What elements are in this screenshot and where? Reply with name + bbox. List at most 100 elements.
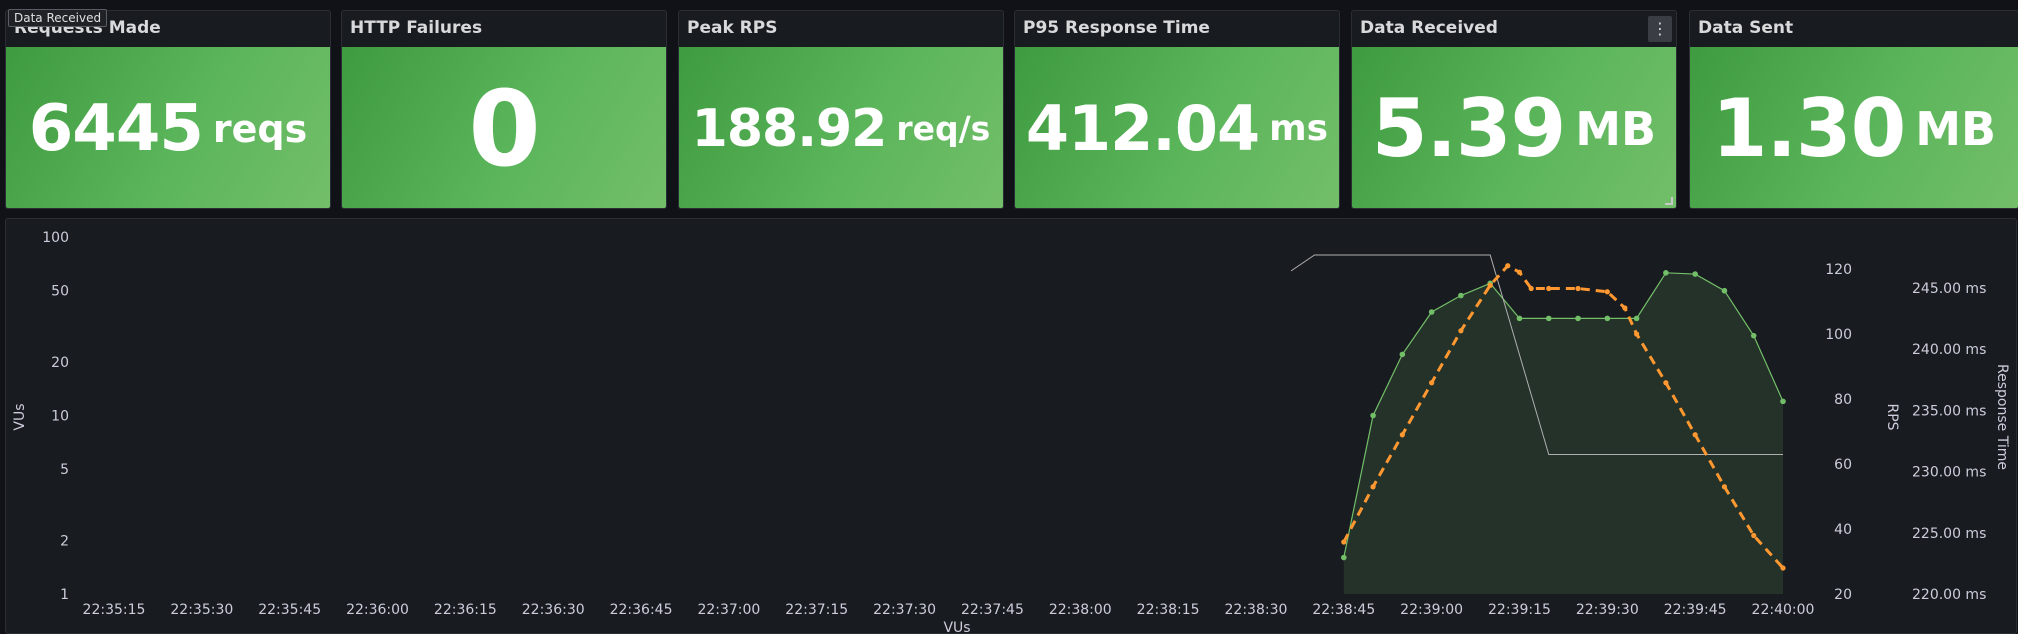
- x-tick-label: 22:38:30: [1225, 602, 1288, 618]
- series-vus-point: [1780, 398, 1786, 405]
- x-tick-label: 22:35:30: [170, 602, 233, 618]
- x-tick-label: 22:39:00: [1400, 602, 1463, 618]
- stat-value-area: 6445 reqs: [6, 47, 330, 208]
- x-tick-label: 22:40:00: [1752, 602, 1815, 618]
- x-tick-label: 22:37:30: [873, 602, 936, 618]
- series-rps-point: [1429, 380, 1435, 386]
- series-vus-point: [1516, 315, 1523, 322]
- series-rps-point: [1341, 539, 1347, 545]
- series-vus-point: [1545, 315, 1552, 322]
- stat-unit: req/s: [896, 109, 991, 148]
- y-left-tick-label: 5: [60, 462, 69, 478]
- x-tick-label: 22:39:45: [1664, 602, 1727, 618]
- y-response-tick-label: 245.00 ms: [1912, 281, 1986, 297]
- stat-title: HTTP Failures: [350, 18, 483, 38]
- y-response-tick-label: 220.00 ms: [1912, 587, 1986, 603]
- x-tick-label: 22:38:15: [1137, 602, 1200, 618]
- x-tick-label: 22:36:30: [522, 602, 585, 618]
- series-vus-point: [1399, 351, 1406, 358]
- stat-title: Data Received: [1360, 18, 1498, 38]
- stat-panel-data-received[interactable]: Data Received ⋮ 5.39 MB: [1351, 10, 1677, 209]
- stat-value: 5.39: [1371, 82, 1566, 175]
- stat-unit: MB: [1915, 101, 1997, 156]
- stat-title: P95 Response Time: [1023, 18, 1210, 38]
- y-rps-axis-label: RPS: [1884, 403, 1900, 430]
- series-vus-point: [1340, 554, 1347, 561]
- stat-panel-data-sent[interactable]: Data Sent 1.30 MB: [1689, 10, 2018, 209]
- stat-panel-peak-rps[interactable]: Peak RPS 188.92 req/s: [678, 10, 1004, 209]
- series-rps-point: [1663, 380, 1669, 386]
- stat-value-area: 412.04 ms: [1015, 47, 1339, 208]
- x-tick-label: 22:36:15: [434, 602, 497, 618]
- x-tick-label: 22:35:15: [83, 602, 146, 618]
- stat-title: Data Sent: [1698, 18, 1794, 38]
- series-rps-point: [1751, 532, 1757, 539]
- series-vus-point: [1633, 315, 1640, 322]
- series-vus-point: [1370, 412, 1376, 419]
- stat-panel-requests-made[interactable]: Requests Made 6445 reqs: [5, 10, 331, 209]
- timeseries-chart[interactable]: 22:35:15 22:35:30 22:35:45 22:36:00 22:36:15…: [6, 219, 2018, 634]
- series-rps-point: [1370, 484, 1376, 490]
- y-response-axis-label: Response Time: [1994, 364, 2010, 470]
- y-rps-tick-label: 100: [1825, 327, 1852, 343]
- stat-value-area: 0: [342, 47, 666, 208]
- stat-unit: reqs: [212, 106, 308, 151]
- x-tick-label: 22:38:00: [1049, 602, 1112, 618]
- stat-panel-http-failures[interactable]: HTTP Failures 0: [341, 10, 667, 209]
- x-tick-label: 22:37:15: [785, 602, 848, 618]
- stat-value-area: 188.92 req/s: [679, 47, 1003, 208]
- series-vus-point: [1575, 315, 1581, 322]
- series-vus-point: [1692, 271, 1698, 277]
- y-left-tick-label: 20: [51, 355, 69, 371]
- y-left-tick-label: 100: [42, 230, 69, 246]
- y-left-tick-label: 1: [60, 587, 69, 603]
- stat-panel-p95-response-time[interactable]: P95 Response Time 412.04 ms: [1014, 10, 1340, 209]
- y-response-tick-label: 235.00 ms: [1912, 403, 1986, 419]
- series-rps-point: [1721, 484, 1728, 490]
- panel-menu-icon[interactable]: ⋮: [1648, 16, 1672, 42]
- stat-value-area: 1.30 MB: [1690, 47, 2018, 208]
- stat-value-area: 5.39 MB: [1352, 47, 1676, 208]
- y-response-tick-label: 240.00 ms: [1912, 342, 1986, 358]
- x-tick-label: 22:37:00: [697, 602, 760, 618]
- series-rps-point: [1505, 263, 1511, 269]
- x-tick-label: 22:39:30: [1576, 602, 1639, 618]
- series-vus-area: [1343, 272, 1783, 594]
- series-rps-point: [1604, 289, 1610, 295]
- resize-handle-icon[interactable]: [1665, 197, 1673, 205]
- series-rps-point: [1487, 282, 1493, 288]
- series-rps-point: [1692, 432, 1698, 438]
- series-rps-point: [1633, 331, 1640, 337]
- y-left-axis-label: VUs: [12, 403, 28, 430]
- stat-title: Peak RPS: [687, 18, 778, 38]
- stat-value: 188.92: [691, 98, 888, 159]
- x-tick-label: 22:36:45: [610, 602, 673, 618]
- y-rps-tick-label: 40: [1834, 522, 1852, 538]
- y-left-tick-label: 10: [51, 409, 69, 425]
- series-rps-point: [1458, 328, 1464, 334]
- timeseries-panel[interactable]: 22:35:15 22:35:30 22:35:45 22:36:00 22:36:15…: [5, 218, 2017, 634]
- x-tick-label: 22:36:00: [346, 602, 409, 618]
- series-rps-point: [1399, 432, 1405, 438]
- x-tick-label: 22:37:45: [961, 602, 1024, 618]
- x-axis-label: VUs: [943, 620, 970, 634]
- series-vus-point: [1428, 309, 1435, 315]
- stat-unit: MB: [1575, 101, 1657, 156]
- y-response-tick-label: 230.00 ms: [1912, 465, 1986, 481]
- stat-value: 1.30: [1711, 82, 1906, 175]
- y-left-tick-label: 50: [51, 284, 69, 300]
- series-rps-point: [1546, 285, 1552, 292]
- stat-value: 412.04: [1025, 92, 1260, 165]
- y-rps-tick-label: 120: [1825, 262, 1852, 278]
- stat-value: 6445: [28, 91, 204, 166]
- series-vus-point: [1721, 287, 1728, 294]
- y-rps-tick-label: 60: [1834, 457, 1852, 473]
- y-rps-tick-label: 20: [1834, 587, 1852, 603]
- series-vus-point: [1458, 292, 1464, 299]
- series-rps-point: [1528, 285, 1534, 292]
- series-rps-point: [1780, 565, 1786, 571]
- stat-unit: ms: [1269, 108, 1329, 149]
- panel-tooltip: Data Received: [8, 9, 108, 27]
- series-rps-point: [1516, 269, 1523, 275]
- x-tick-label: 22:35:45: [258, 602, 321, 618]
